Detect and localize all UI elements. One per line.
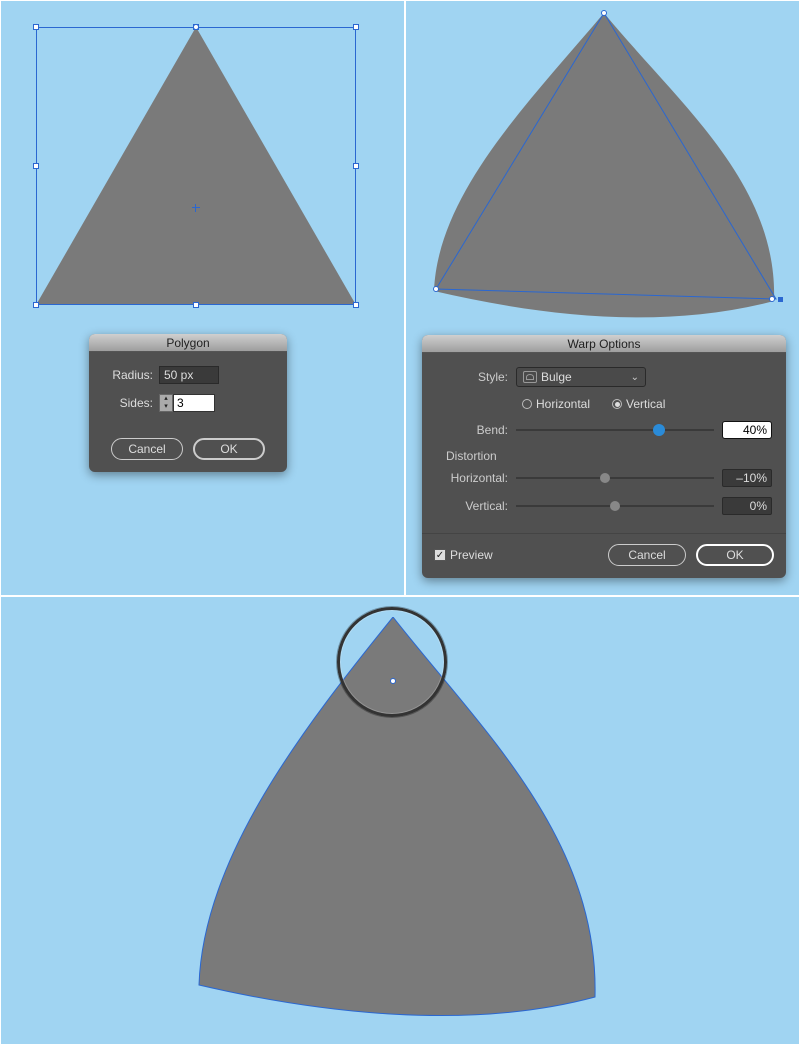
- style-label: Style:: [436, 370, 508, 384]
- anchor-point-icon[interactable]: [769, 296, 775, 302]
- direction-handle-icon[interactable]: [778, 297, 783, 302]
- bbox-handle-icon[interactable]: [33, 163, 39, 169]
- bbox-handle-icon[interactable]: [353, 163, 359, 169]
- sides-stepper[interactable]: ▴▾: [159, 394, 173, 412]
- bbox-handle-icon[interactable]: [33, 302, 39, 308]
- chevron-down-icon: ⌄: [631, 372, 639, 383]
- distortion-vertical-label: Vertical:: [436, 499, 508, 513]
- selection-bbox[interactable]: [36, 27, 356, 305]
- bulge-icon: [523, 371, 537, 383]
- dialog-title: Warp Options: [422, 335, 786, 353]
- bend-label: Bend:: [436, 423, 508, 437]
- sides-input[interactable]: 3: [173, 394, 215, 412]
- bounding-box-outline: [36, 27, 356, 305]
- bbox-handle-icon[interactable]: [353, 302, 359, 308]
- distortion-horizontal-input[interactable]: –10%: [722, 469, 772, 487]
- distortion-horizontal-slider[interactable]: [516, 471, 714, 485]
- bend-slider[interactable]: [516, 423, 714, 437]
- style-select[interactable]: Bulge ⌄: [516, 367, 646, 387]
- cancel-button[interactable]: Cancel: [111, 438, 183, 460]
- warp-options-dialog: Warp Options Style: Bulge ⌄ Horizontal V…: [422, 335, 786, 578]
- anchor-point-icon[interactable]: [193, 24, 199, 30]
- orientation-vertical-radio[interactable]: Vertical: [612, 397, 665, 411]
- orientation-horizontal-radio[interactable]: Horizontal: [522, 397, 590, 411]
- center-point-icon: [192, 204, 200, 212]
- pane-warp-canvas: Warp Options Style: Bulge ⌄ Horizontal V…: [405, 0, 800, 596]
- ok-button[interactable]: OK: [696, 544, 774, 566]
- polygon-dialog: Polygon Radius: 50 px Sides: ▴▾ 3 Cancel…: [89, 334, 287, 472]
- pucker-bloat-cursor-icon[interactable]: [337, 607, 447, 717]
- cancel-button[interactable]: Cancel: [608, 544, 686, 566]
- distortion-horizontal-label: Horizontal:: [436, 471, 508, 485]
- pane-result-canvas: [0, 596, 800, 1045]
- preview-checkbox[interactable]: ✓Preview: [434, 548, 493, 562]
- bend-value-input[interactable]: 40%: [722, 421, 772, 439]
- sides-label: Sides:: [103, 396, 153, 410]
- anchor-point-icon[interactable]: [433, 286, 439, 292]
- bbox-handle-icon[interactable]: [353, 24, 359, 30]
- anchor-point-icon[interactable]: [601, 10, 607, 16]
- radius-input[interactable]: 50 px: [159, 366, 219, 384]
- triangle-outline: [428, 13, 780, 321]
- bbox-handle-icon[interactable]: [33, 24, 39, 30]
- bbox-handle-icon[interactable]: [193, 302, 199, 308]
- distortion-section-label: Distortion: [446, 449, 772, 463]
- radius-label: Radius:: [103, 368, 153, 382]
- distortion-vertical-slider[interactable]: [516, 499, 714, 513]
- pane-polygon-canvas: Polygon Radius: 50 px Sides: ▴▾ 3 Cancel…: [0, 0, 405, 596]
- distortion-vertical-input[interactable]: 0%: [722, 497, 772, 515]
- anchor-point-icon[interactable]: [390, 678, 396, 684]
- style-value: Bulge: [541, 370, 572, 384]
- dialog-title: Polygon: [89, 334, 287, 352]
- ok-button[interactable]: OK: [193, 438, 265, 460]
